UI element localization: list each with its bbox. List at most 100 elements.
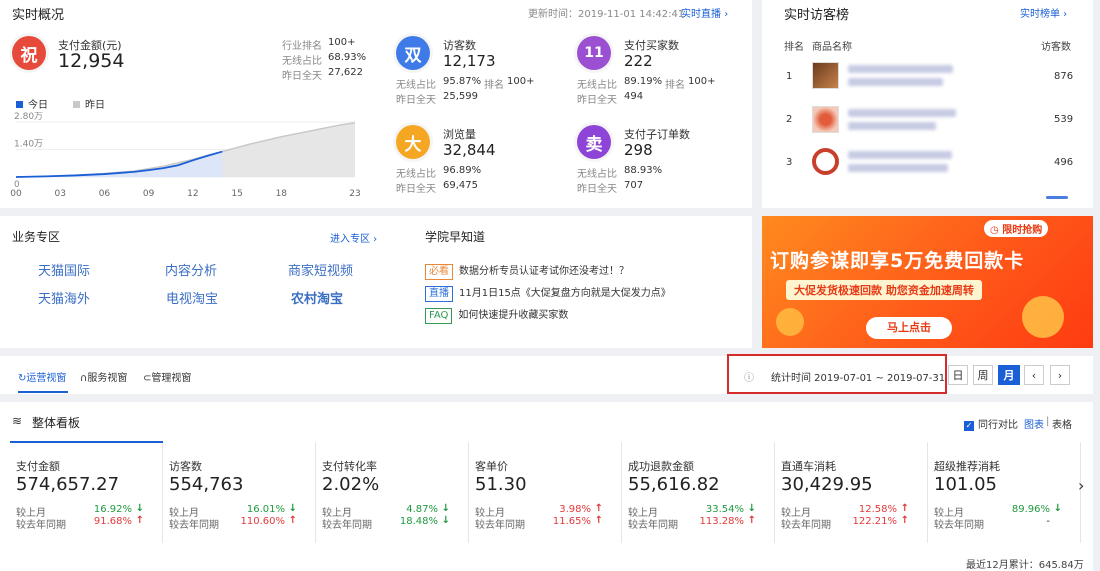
kpi-year-change: 113.28% bbox=[699, 516, 745, 527]
visitor-rank-link-label: 实时榜单 bbox=[1020, 9, 1060, 20]
blurred-product-name bbox=[848, 151, 952, 159]
promo-banner[interactable]: ◷ 限时抢购 订购参谋即享5万免费回款卡 大促发货极速回款 助您资金加速周转 马… bbox=[762, 216, 1093, 348]
business-item[interactable]: 商家短视频 bbox=[288, 260, 353, 279]
kpi-value: 2.02% bbox=[322, 474, 380, 495]
chart-view-link[interactable]: 图表 bbox=[1024, 416, 1044, 431]
metric-yesterday-label: 昨日全天 bbox=[577, 184, 617, 195]
metric-yesterday-label: 昨日全天 bbox=[577, 95, 617, 106]
col-name: 商品名称 bbox=[812, 42, 852, 53]
live-link-label: 实时直播 bbox=[681, 9, 721, 20]
visitor-rank-title: 实时访客榜 bbox=[784, 8, 850, 23]
kpi-card[interactable]: 成功退款金额 55,616.82 较上月 较去年同期 33.54% 113.28… bbox=[622, 442, 775, 543]
period-day-button[interactable]: 日 bbox=[948, 365, 968, 385]
info-icon: ⓘ bbox=[744, 373, 754, 384]
industry-rank-value: 100+ bbox=[328, 37, 356, 48]
visitor-rank-link[interactable]: 实时榜单 › bbox=[1020, 5, 1067, 20]
x-tick-label: 23 bbox=[349, 189, 360, 199]
kpi-card[interactable]: 支付金额 574,657.27 较上月 较去年同期 16.92% 91.68% … bbox=[10, 442, 163, 543]
kpi-year-label: 较去年同期 bbox=[169, 520, 219, 531]
kpi-active-underline bbox=[10, 441, 163, 443]
kpi-card[interactable]: 客单价 51.30 较上月 较去年同期 3.98% 11.65% ↑ ↑ bbox=[469, 442, 622, 543]
metric-yesterday-value: 494 bbox=[624, 91, 644, 102]
row-count: 539 bbox=[1054, 114, 1074, 125]
metric-label: 支付子订单数 bbox=[624, 128, 690, 141]
kpi-card[interactable]: 访客数 554,763 较上月 较去年同期 16.01% 110.60% ↓ ↑ bbox=[163, 442, 316, 543]
tab-service-view[interactable]: ∩服务视窗 bbox=[80, 369, 127, 384]
metric-badge-text: 11 bbox=[584, 45, 604, 61]
academy-item-text: 数据分析专员认证考试你还没考过！？ bbox=[459, 266, 629, 277]
arrow-down-icon: ↓ bbox=[441, 503, 450, 514]
arrow-up-icon: ↑ bbox=[900, 503, 909, 514]
period-month-button[interactable]: 月 bbox=[998, 365, 1020, 385]
metric-badge-text: 大 bbox=[404, 134, 422, 155]
business-item[interactable]: 天猫国际 bbox=[38, 260, 90, 279]
tab-management-view[interactable]: ⊂管理视窗 bbox=[143, 369, 191, 384]
blurred-product-name bbox=[848, 65, 953, 73]
metric-badge-icon: 大 bbox=[396, 125, 430, 159]
kpi-value: 101.05 bbox=[934, 474, 997, 495]
kpi-year-change: 18.48% bbox=[399, 516, 438, 527]
kpi-month-change: 3.98% bbox=[559, 504, 591, 515]
kpi-month-change: 4.87% bbox=[406, 504, 438, 515]
academy-item-text: 11月1日15点《大促复盘方向就是大促发力点》 bbox=[459, 288, 671, 299]
metric-yesterday-value: 69,475 bbox=[443, 180, 478, 191]
kpi-card[interactable]: 支付转化率 2.02% 较上月 较去年同期 4.87% 18.48% ↓ ↓ bbox=[316, 442, 469, 543]
metric-wireless-label: 无线占比 bbox=[396, 169, 436, 180]
table-view-link[interactable]: 表格 bbox=[1052, 416, 1072, 431]
kpi-value: 574,657.27 bbox=[16, 474, 120, 495]
y-tick-label: 2.80万 bbox=[14, 112, 43, 122]
legend-today-swatch bbox=[16, 101, 23, 108]
tag-live: 直播 bbox=[425, 286, 453, 302]
industry-rank-label: 行业排名 bbox=[282, 41, 322, 52]
x-tick-label: 12 bbox=[187, 189, 198, 199]
arrow-up-icon: ↑ bbox=[135, 515, 144, 526]
update-time: 更新时间：2019-11-01 14:42:41 bbox=[528, 9, 685, 20]
metric-value: 298 bbox=[624, 141, 653, 159]
academy-item[interactable]: 必看 数据分析专员认证考试你还没考过！？ bbox=[425, 262, 629, 280]
business-link[interactable]: 进入专区 › bbox=[330, 230, 377, 245]
layers-icon: ≋ bbox=[12, 414, 23, 428]
metric-yesterday-label: 昨日全天 bbox=[396, 95, 436, 106]
kpi-year-change: 110.60% bbox=[240, 516, 286, 527]
academy-item[interactable]: FAQ 如何快速提升收藏买家数 bbox=[425, 306, 568, 324]
blurred-product-name bbox=[848, 109, 956, 117]
academy-item-text: 如何快速提升收藏买家数 bbox=[458, 310, 569, 321]
kpi-value: 51.30 bbox=[475, 474, 527, 495]
kpi-title: 客单价 bbox=[475, 460, 508, 473]
metric-badge-icon: 双 bbox=[396, 36, 430, 70]
metric-rank-label: 排名 bbox=[665, 80, 685, 91]
kpi-card[interactable]: 直通车消耗 30,429.95 较上月 较去年同期 12.58% 122.21%… bbox=[775, 442, 928, 543]
x-tick-label: 18 bbox=[276, 189, 288, 199]
live-link[interactable]: 实时直播 › bbox=[681, 5, 728, 20]
kpi-year-change: 91.68% bbox=[93, 516, 132, 527]
kpi-card[interactable]: 超级推荐消耗 101.05 较上月 较去年同期 89.96% - ↓ bbox=[928, 442, 1081, 543]
business-item[interactable]: 农村淘宝 bbox=[291, 288, 343, 307]
business-item[interactable]: 电视淘宝 bbox=[166, 288, 218, 307]
kpi-year-change: 11.65% bbox=[552, 516, 591, 527]
business-item[interactable]: 天猫海外 bbox=[38, 288, 90, 307]
wireless-value: 68.93% bbox=[328, 52, 367, 63]
academy-item[interactable]: 直播 11月1日15点《大促复盘方向就是大促发力点》 bbox=[425, 284, 671, 302]
yesterday-label: 昨日全天 bbox=[282, 71, 322, 82]
kpi-next-arrow-icon[interactable]: › bbox=[1078, 476, 1084, 495]
arrow-down-icon: ↓ bbox=[135, 503, 144, 514]
banner-cta-button[interactable]: 马上点击 bbox=[866, 317, 952, 339]
x-tick-label: 15 bbox=[231, 189, 242, 199]
banner-tag: ◷ 限时抢购 bbox=[984, 220, 1049, 237]
compare-checkbox[interactable]: ✓ 同行对比 bbox=[964, 416, 1018, 431]
period-week-button[interactable]: 周 bbox=[973, 365, 993, 385]
pay-amount-value: 12,954 bbox=[58, 50, 125, 72]
row-count: 876 bbox=[1054, 71, 1074, 82]
tab-operations-view[interactable]: ↻运营视窗 bbox=[18, 369, 66, 384]
business-item[interactable]: 内容分析 bbox=[165, 260, 217, 279]
kpi-month-change: 12.58% bbox=[858, 504, 897, 515]
wireless-label: 无线占比 bbox=[282, 56, 322, 67]
metric-badge-text: 卖 bbox=[585, 134, 603, 155]
kpi-title: 访客数 bbox=[169, 460, 202, 473]
kpi-value: 30,429.95 bbox=[781, 474, 873, 495]
next-period-button[interactable]: › bbox=[1050, 365, 1070, 385]
prev-period-button[interactable]: ‹ bbox=[1024, 365, 1044, 385]
kpi-year-label: 较去年同期 bbox=[628, 520, 678, 531]
kpi-year-label: 较去年同期 bbox=[322, 520, 372, 531]
scroll-indicator[interactable] bbox=[1046, 196, 1068, 199]
